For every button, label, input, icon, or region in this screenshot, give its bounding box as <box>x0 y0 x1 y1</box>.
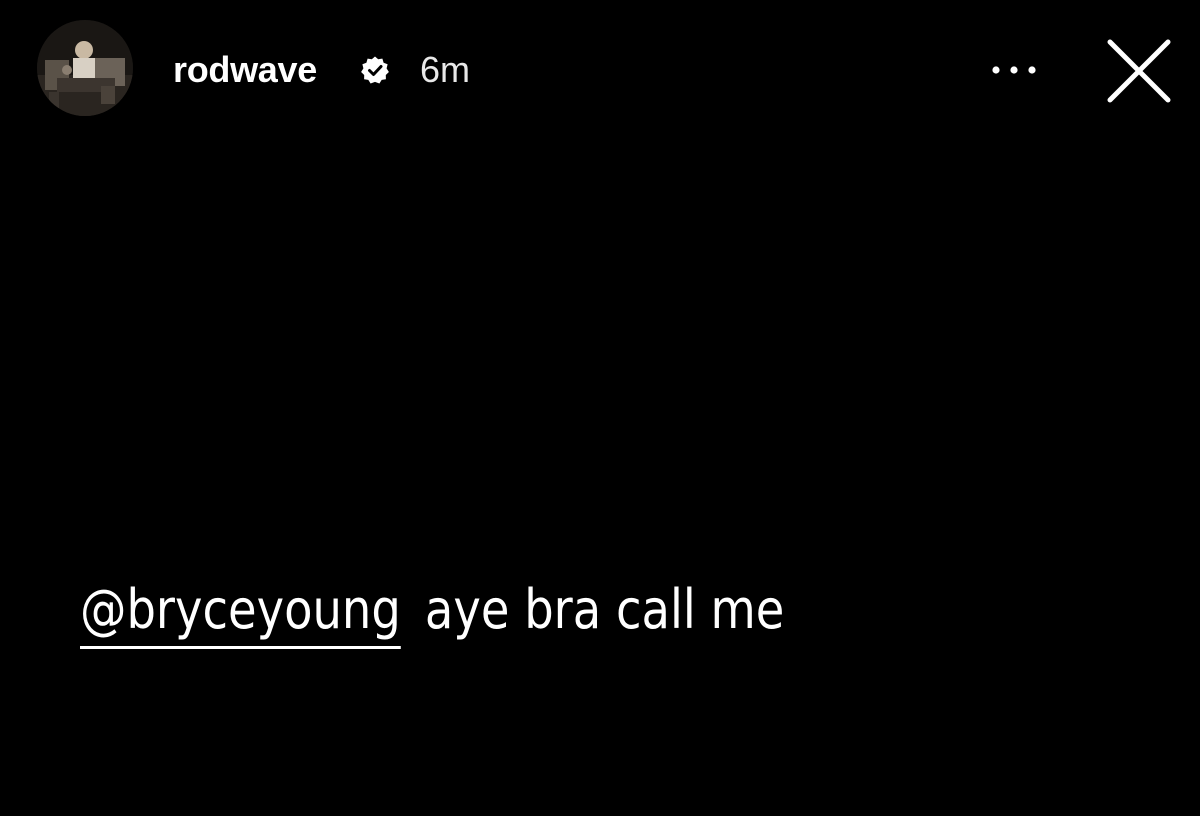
story-header: rodwave 6m <box>0 0 1200 140</box>
close-icon <box>1107 39 1171 103</box>
avatar-image <box>37 20 133 116</box>
close-button[interactable] <box>1100 32 1180 112</box>
more-options-button[interactable] <box>984 55 1044 85</box>
story-viewer: rodwave 6m @bryceyoung aye bra call me <box>0 0 1200 816</box>
mention-link[interactable]: @bryceyoung <box>80 574 401 649</box>
post-timestamp: 6m <box>420 49 471 90</box>
author-username[interactable]: rodwave <box>173 48 317 92</box>
verified-badge-icon <box>360 55 390 85</box>
caption-text: aye bra call me <box>424 578 785 641</box>
more-horizontal-icon <box>992 66 1036 74</box>
story-caption: @bryceyoung aye bra call me <box>80 574 784 654</box>
profile-avatar[interactable] <box>37 20 133 116</box>
